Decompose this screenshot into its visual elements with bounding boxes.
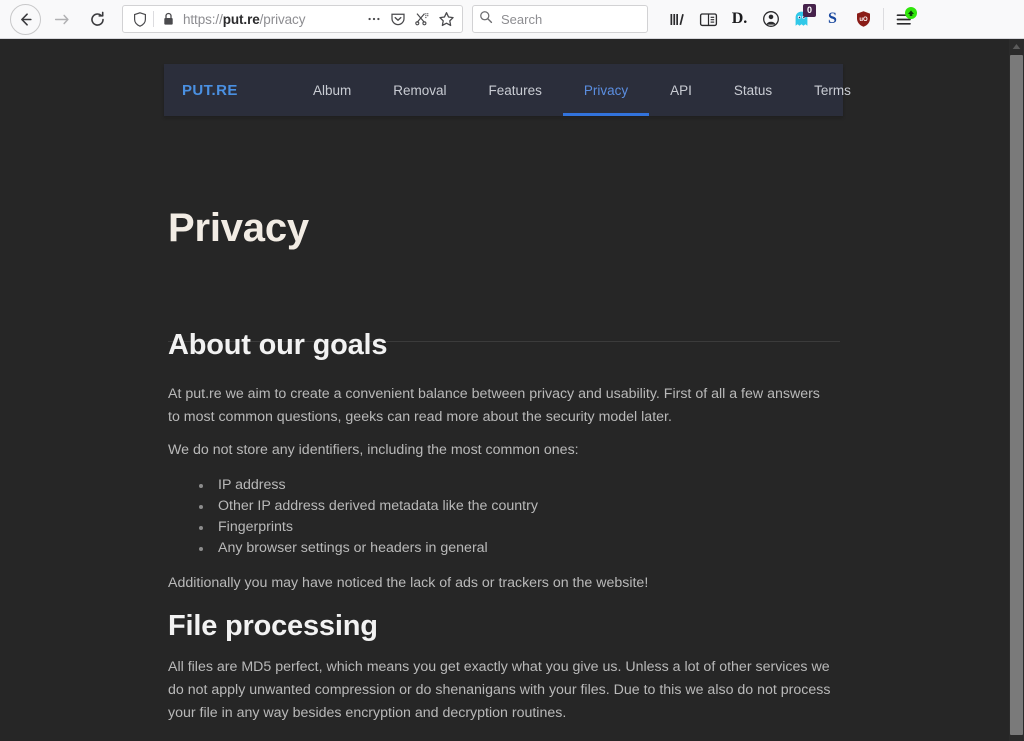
url-bar-divider bbox=[153, 11, 154, 27]
nav-item-removal[interactable]: Removal bbox=[372, 64, 467, 116]
paragraph-goals-intro: At put.re we aim to create a convenient … bbox=[168, 386, 820, 425]
search-input[interactable]: Search bbox=[501, 12, 542, 27]
page-viewport: PUT.RE Album Removal Features Privacy AP… bbox=[0, 39, 1009, 741]
back-arrow-icon bbox=[21, 12, 32, 26]
page-scrollbar[interactable] bbox=[1009, 39, 1024, 741]
extension-toolbar: D. 0 S uO bbox=[662, 4, 920, 34]
section-heading-about-our-goals: About our goals bbox=[168, 329, 388, 361]
reader-view-icon[interactable] bbox=[693, 4, 724, 34]
list-item: Other IP address derived metadata like t… bbox=[198, 496, 838, 517]
dashlane-icon[interactable]: D. bbox=[724, 4, 755, 34]
tracking-protection-shield-icon[interactable] bbox=[130, 11, 150, 27]
paragraph-file-processing: All files are MD5 perfect, which means y… bbox=[168, 659, 831, 721]
ghostery-tracker-count-badge: 0 bbox=[803, 4, 816, 17]
account-icon[interactable] bbox=[755, 4, 786, 34]
page-title: Privacy bbox=[168, 206, 309, 250]
toolbar-divider bbox=[883, 8, 884, 30]
back-button[interactable] bbox=[10, 3, 41, 35]
bookmark-star-icon[interactable] bbox=[435, 8, 457, 30]
scrollbar-thumb[interactable] bbox=[1010, 55, 1023, 735]
reload-icon bbox=[90, 11, 104, 26]
lock-icon[interactable] bbox=[160, 12, 176, 26]
site-nav-items: Album Removal Features Privacy API Statu… bbox=[292, 64, 872, 116]
search-icon bbox=[479, 10, 493, 29]
list-item: Any browser settings or headers in gener… bbox=[198, 538, 838, 559]
browser-toolbar: https://put.re/privacy Search D. 0 S uO bbox=[0, 0, 1024, 39]
ublock-origin-icon[interactable]: uO bbox=[848, 4, 879, 34]
library-icon[interactable] bbox=[662, 4, 693, 34]
site-navbar: PUT.RE Album Removal Features Privacy AP… bbox=[164, 64, 851, 116]
site-logo[interactable]: PUT.RE bbox=[182, 82, 292, 99]
forward-button[interactable] bbox=[46, 4, 76, 34]
scroll-up-arrow-icon[interactable] bbox=[1009, 39, 1024, 54]
list-item: IP address bbox=[198, 475, 838, 496]
url-text: https://put.re/privacy bbox=[183, 11, 306, 27]
nav-item-privacy[interactable]: Privacy bbox=[562, 64, 650, 116]
forward-arrow-icon bbox=[54, 14, 69, 24]
nav-item-status[interactable]: Status bbox=[713, 64, 793, 116]
section-heading-file-processing: File processing bbox=[168, 610, 378, 642]
pocket-icon[interactable] bbox=[387, 8, 409, 30]
screenshot-icon[interactable] bbox=[411, 8, 433, 30]
paragraph-no-ads-trackers: Additionally you may have noticed the la… bbox=[168, 575, 649, 591]
update-available-badge bbox=[905, 7, 917, 19]
identifier-list: IP address Other IP address derived meta… bbox=[198, 475, 838, 559]
nav-item-album[interactable]: Album bbox=[292, 64, 372, 116]
page-actions-icon[interactable] bbox=[363, 8, 385, 30]
search-bar[interactable]: Search bbox=[472, 5, 648, 33]
url-bar[interactable]: https://put.re/privacy bbox=[122, 5, 463, 33]
ghostery-icon[interactable]: 0 bbox=[786, 4, 817, 34]
list-item: Fingerprints bbox=[198, 517, 838, 538]
app-menu-icon[interactable] bbox=[889, 4, 920, 34]
nav-item-features[interactable]: Features bbox=[468, 64, 563, 116]
up-arrow-icon bbox=[908, 10, 914, 16]
stylus-icon[interactable]: S bbox=[817, 4, 848, 34]
nav-item-terms[interactable]: Terms bbox=[793, 64, 872, 116]
nav-item-api[interactable]: API bbox=[649, 64, 713, 116]
reload-button[interactable] bbox=[82, 4, 112, 34]
paragraph-identifiers-intro: We do not store any identifiers, includi… bbox=[168, 442, 579, 458]
svg-text:uO: uO bbox=[859, 17, 868, 23]
